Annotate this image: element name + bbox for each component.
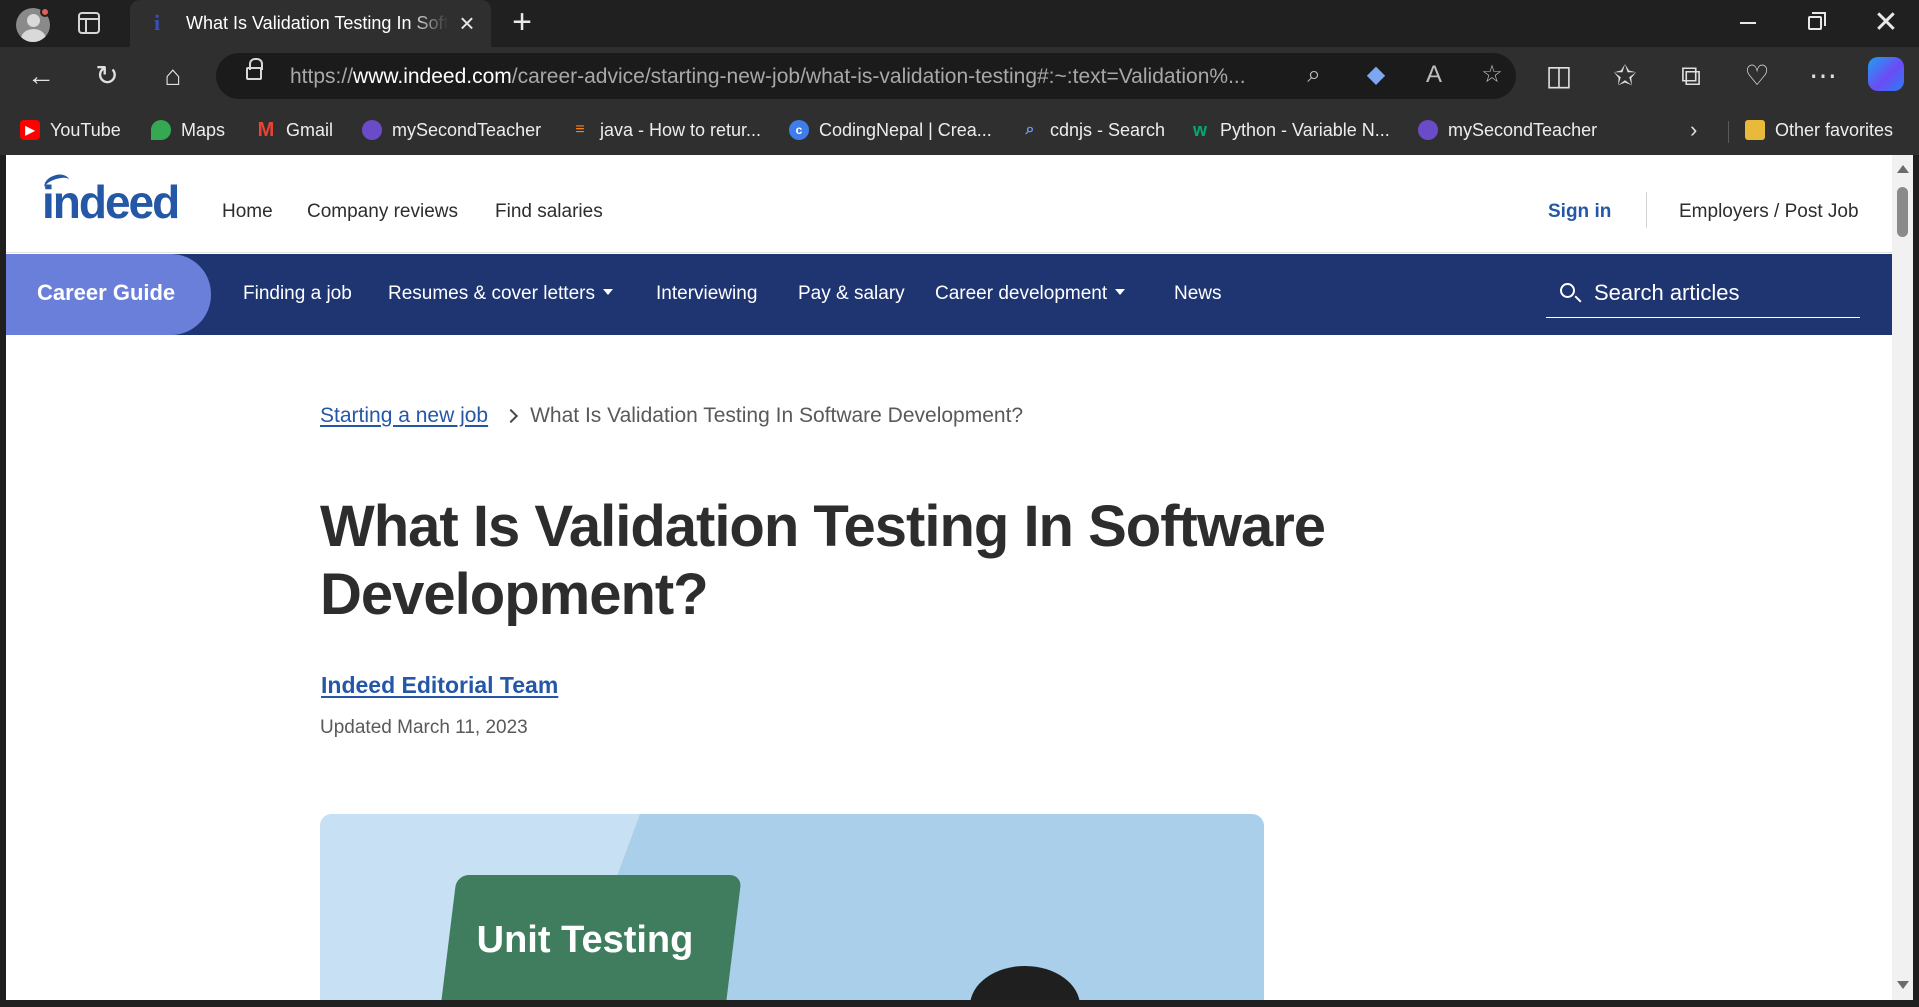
minimize-icon[interactable] bbox=[1740, 22, 1756, 24]
codingnepal-icon: c bbox=[789, 120, 809, 140]
career-guide-pill[interactable]: Career Guide bbox=[6, 254, 211, 335]
bookmark-other-favorites[interactable]: Other favorites bbox=[1745, 117, 1893, 143]
guide-nav-pay-salary[interactable]: Pay & salary bbox=[798, 283, 905, 305]
address-bar[interactable]: https://www.indeed.com/career-advice/sta… bbox=[216, 53, 1516, 99]
search-placeholder: Search articles bbox=[1594, 280, 1740, 305]
restore-icon[interactable] bbox=[1808, 12, 1826, 30]
bookmark-maps[interactable]: Maps bbox=[151, 117, 225, 143]
bookmark-gmail[interactable]: M Gmail bbox=[256, 117, 333, 143]
bookmark-mysecondteacher[interactable]: mySecondTeacher bbox=[362, 117, 541, 143]
bookmarks-bar: ▶ YouTube Maps M Gmail mySecondTeacher ≡ ja… bbox=[0, 105, 1919, 155]
guide-nav-career-development[interactable]: Career development bbox=[935, 283, 1126, 305]
home-icon[interactable]: ⌂ bbox=[156, 59, 190, 93]
collections-icon[interactable]: ⧉ bbox=[1674, 59, 1708, 93]
more-menu-icon[interactable]: ⋯ bbox=[1806, 59, 1840, 93]
page-viewport: indeed Home Company reviews Find salarie… bbox=[6, 155, 1892, 1000]
bookmark-youtube[interactable]: ▶ YouTube bbox=[20, 117, 121, 143]
w3schools-icon: w bbox=[1192, 120, 1207, 140]
article-title: What Is Validation Testing In Software D… bbox=[320, 494, 1326, 627]
tab-title: What Is Validation Testing In Software D… bbox=[186, 13, 448, 33]
favorite-star-icon[interactable]: ☆ bbox=[1476, 59, 1508, 91]
zoom-icon[interactable]: ⌕ bbox=[1298, 59, 1330, 91]
header-divider bbox=[1646, 192, 1647, 228]
guide-nav-resumes[interactable]: Resumes & cover letters bbox=[388, 283, 613, 305]
browser-essentials-icon[interactable]: ♡ bbox=[1740, 59, 1774, 93]
stackoverflow-icon: ≡ bbox=[575, 121, 585, 138]
page-scrollbar[interactable] bbox=[1892, 155, 1913, 1000]
employers-post-job-link[interactable]: Employers / Post Job bbox=[1679, 201, 1859, 223]
tab-actions-icon[interactable] bbox=[78, 12, 100, 34]
indeed-logo[interactable]: indeed bbox=[42, 175, 180, 228]
youtube-icon: ▶ bbox=[20, 120, 40, 140]
url-text[interactable]: https://www.indeed.com/career-advice/sta… bbox=[290, 65, 1290, 89]
scroll-up-arrow-icon[interactable] bbox=[1897, 165, 1909, 173]
new-tab-icon[interactable]: + bbox=[508, 5, 536, 39]
guide-nav-interviewing[interactable]: Interviewing bbox=[656, 283, 757, 305]
breadcrumb-current: What Is Validation Testing In Software D… bbox=[530, 404, 1024, 427]
read-aloud-icon[interactable]: A bbox=[1418, 59, 1450, 91]
site-header: indeed Home Company reviews Find salarie… bbox=[6, 155, 1892, 253]
bookmark-codingnepal[interactable]: c CodingNepal | Crea... bbox=[789, 117, 992, 143]
sign-in-link[interactable]: Sign in bbox=[1548, 201, 1611, 223]
caret-down-icon bbox=[1115, 289, 1126, 295]
favorites-icon[interactable]: ✩ bbox=[1608, 59, 1642, 93]
bookmark-python[interactable]: w Python - Variable N... bbox=[1190, 117, 1390, 143]
window-close-icon[interactable]: ✕ bbox=[1873, 8, 1899, 38]
guide-nav-finding-a-job[interactable]: Finding a job bbox=[243, 283, 352, 305]
gmail-icon: M bbox=[257, 119, 275, 141]
browser-tab-active[interactable]: i What Is Validation Testing In Software… bbox=[130, 0, 491, 47]
nav-find-salaries[interactable]: Find salaries bbox=[495, 201, 603, 223]
refresh-icon[interactable]: ↻ bbox=[90, 59, 124, 93]
caret-down-icon bbox=[602, 289, 613, 295]
scrollbar-thumb[interactable] bbox=[1897, 187, 1908, 237]
breadcrumb-parent-link[interactable]: Starting a new job bbox=[320, 404, 488, 428]
scroll-down-arrow-icon[interactable] bbox=[1897, 981, 1909, 989]
nav-company-reviews[interactable]: Company reviews bbox=[307, 201, 458, 223]
hero-figure-shape bbox=[970, 966, 1080, 1000]
search-articles-input[interactable]: Search articles bbox=[1546, 272, 1860, 318]
copilot-icon[interactable] bbox=[1868, 57, 1904, 91]
guide-nav-news[interactable]: News bbox=[1174, 283, 1222, 305]
breadcrumb: Starting a new job What Is Validation Te… bbox=[320, 402, 1023, 430]
indeed-favicon-icon: i bbox=[154, 10, 161, 35]
chevron-right-icon bbox=[504, 408, 519, 424]
search-icon bbox=[1560, 283, 1575, 298]
bookmark-cdnjs[interactable]: ⌕ cdnjs - Search bbox=[1020, 117, 1166, 143]
close-tab-icon[interactable]: × bbox=[456, 10, 478, 36]
search-icon: ⌕ bbox=[1025, 121, 1035, 138]
lock-icon[interactable] bbox=[246, 58, 263, 80]
folder-icon bbox=[1745, 120, 1765, 140]
profile-notification-dot bbox=[40, 7, 50, 17]
split-screen-icon[interactable]: ◫ bbox=[1542, 59, 1576, 93]
back-icon[interactable]: ← bbox=[24, 59, 58, 93]
maps-icon bbox=[151, 120, 171, 140]
author-link[interactable]: Indeed Editorial Team bbox=[321, 672, 558, 699]
bookmark-stackoverflow[interactable]: ≡ java - How to retur... bbox=[570, 117, 761, 143]
mysecondteacher-icon bbox=[1418, 120, 1438, 140]
mysecondteacher-icon bbox=[362, 120, 382, 140]
nav-home[interactable]: Home bbox=[222, 201, 273, 223]
hero-image: Unit Testing bbox=[320, 814, 1264, 1000]
updated-date: Updated March 11, 2023 bbox=[320, 717, 528, 738]
coupon-tag-icon[interactable]: ◆ bbox=[1360, 59, 1392, 91]
window-bottom-edge bbox=[0, 1000, 1919, 1007]
career-guide-bar: Career Guide Finding a job Resumes & cov… bbox=[6, 254, 1892, 335]
career-guide-label: Career Guide bbox=[37, 280, 176, 305]
hero-card-text: Unit Testing bbox=[476, 919, 694, 961]
chevron-right-icon[interactable]: › bbox=[1690, 119, 1710, 141]
bookmarks-divider bbox=[1728, 121, 1729, 143]
browser-titlebar: i What Is Validation Testing In Software… bbox=[0, 0, 1919, 47]
bookmark-mysecondteacher-2[interactable]: mySecondTeacher bbox=[1418, 117, 1597, 143]
browser-toolbar: ← ↻ ⌂ https://www.indeed.com/career-advi… bbox=[0, 47, 1919, 105]
